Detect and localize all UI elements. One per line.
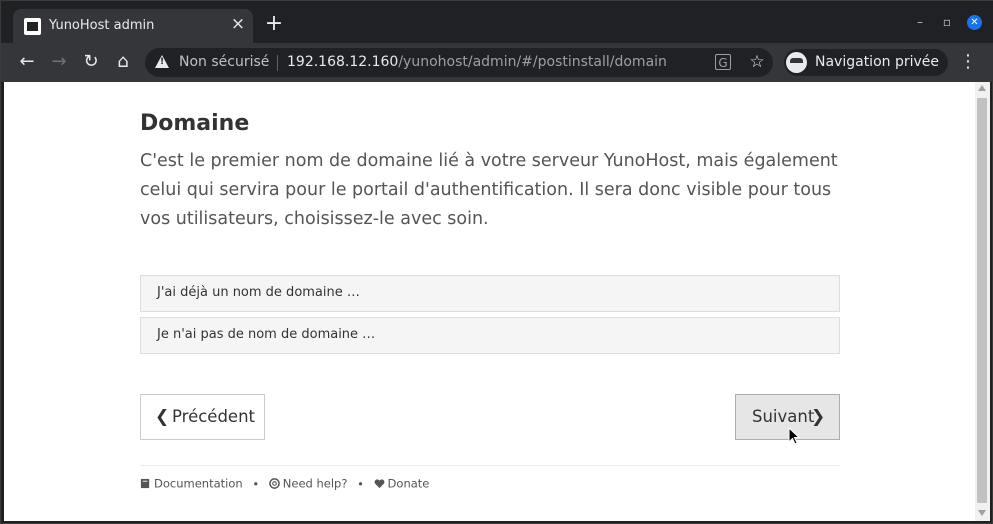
browser-window: YunoHost admin × + – ▫ ✕ ← → ↻ ⌂ Non séc… [0, 0, 993, 524]
bookmark-star-icon[interactable]: ☆ [747, 52, 767, 72]
incognito-badge[interactable]: Navigation privée [784, 49, 948, 76]
page-description: C'est le premier nom de domaine lié à vo… [140, 151, 838, 229]
choice-no-domain[interactable]: Je n'ai pas de nom de domaine … [140, 317, 840, 354]
close-tab-icon[interactable]: × [229, 15, 247, 33]
incognito-icon [786, 52, 807, 73]
previous-label: Précédent [172, 407, 256, 426]
footer-divider [140, 465, 840, 466]
url-path: /yunohost/admin/#/postinstall/domain [398, 54, 667, 70]
kebab-menu-icon[interactable]: ⋮ [959, 51, 977, 73]
close-window-icon[interactable]: ✕ [967, 15, 982, 30]
next-label: Suivant [752, 407, 815, 426]
chevron-left-icon: ❮ [155, 407, 170, 427]
minimize-icon[interactable]: – [913, 15, 927, 29]
reload-icon[interactable]: ↻ [80, 51, 102, 73]
forward-icon[interactable]: → [48, 51, 70, 73]
scroll-down-icon[interactable] [978, 510, 986, 516]
scroll-thumb[interactable] [977, 98, 987, 503]
choice-have-domain[interactable]: J'ai déjà un nom de domaine … [140, 275, 840, 312]
vertical-scrollbar[interactable] [975, 82, 990, 521]
tab-title: YunoHost admin [49, 18, 155, 33]
warning-icon[interactable] [155, 55, 169, 68]
help-link[interactable]: Need help? [268, 476, 347, 491]
home-icon[interactable]: ⌂ [112, 51, 134, 73]
life-ring-icon [268, 478, 280, 490]
donate-link[interactable]: Donate [374, 476, 429, 491]
scroll-up-icon[interactable] [978, 85, 986, 91]
footer-links: Documentation • Need help? • Donate [140, 476, 429, 491]
address-bar[interactable]: Non sécurisé 192.168.12.160/yunohost/adm… [145, 48, 773, 77]
footer-separator: • [357, 476, 364, 491]
new-tab-icon[interactable]: + [264, 13, 284, 35]
choice-label: J'ai déjà un nom de domaine … [157, 285, 360, 300]
url-host: 192.168.12.160 [287, 54, 399, 70]
chevron-right-icon: ❯ [811, 407, 826, 427]
previous-button[interactable]: ❮ Précédent [140, 394, 265, 440]
tab-strip: YunoHost admin × + – ▫ ✕ [1, 1, 993, 43]
omnibox-separator [277, 55, 278, 71]
maximize-icon[interactable]: ▫ [940, 15, 954, 29]
back-icon[interactable]: ← [16, 51, 38, 73]
browser-toolbar: ← → ↻ ⌂ Non sécurisé 192.168.12.160/yuno… [1, 43, 993, 82]
url-text[interactable]: 192.168.12.160/yunohost/admin/#/postinst… [287, 54, 667, 70]
translate-icon[interactable]: G [715, 54, 731, 70]
footer-separator: • [252, 476, 260, 491]
book-icon [140, 479, 150, 489]
incognito-label: Navigation privée [815, 54, 940, 70]
yunohost-icon [24, 18, 41, 35]
tab-yunohost-admin[interactable]: YunoHost admin × [13, 9, 253, 43]
choice-label: Je n'ai pas de nom de domaine … [157, 327, 376, 342]
security-label[interactable]: Non sécurisé [179, 54, 269, 70]
page-title: Domaine [140, 111, 250, 136]
documentation-link[interactable]: Documentation [140, 476, 243, 491]
page-viewport: Domaine C'est le premier nom de domaine … [4, 82, 975, 521]
heart-icon [374, 479, 384, 489]
